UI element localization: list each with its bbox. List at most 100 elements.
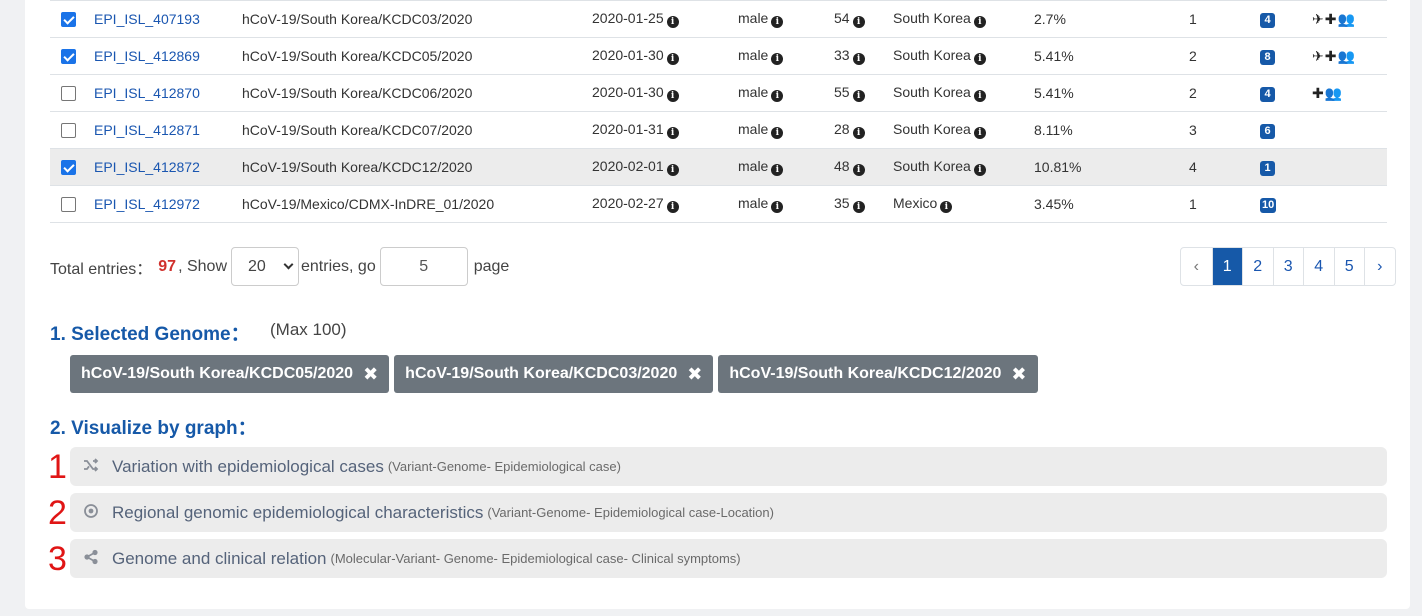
travel-contact-icons (1312, 149, 1387, 186)
row-checkbox[interactable] (61, 160, 76, 176)
accession-link[interactable]: EPI_ISL_412972 (94, 196, 200, 212)
table-row: EPI_ISL_412871 hCoV-19/South Korea/KCDC07… (50, 112, 1387, 149)
info-icon[interactable]: i (973, 90, 986, 102)
pagination-page-4[interactable]: 4 (1303, 248, 1334, 285)
info-icon[interactable]: i (666, 164, 679, 176)
selected-genome-tags: hCoV-19/South Korea/KCDC05/2020 ✖ hCoV-1… (70, 355, 1038, 393)
table-row: EPI_ISL_407193 hCoV-19/South Korea/KCDC03… (50, 0, 1387, 38)
variant-count-badge[interactable]: 6 (1260, 124, 1275, 139)
virus-name: hCoV-19/South Korea/KCDC03/2020 (242, 11, 473, 27)
age: 33 (834, 47, 850, 63)
visualize-regional-sub: (Variant-Genome- Epidemiological case-Lo… (487, 505, 774, 520)
location: Mexico (893, 195, 938, 211)
travel-contact-icons (1312, 186, 1387, 223)
info-icon[interactable]: i (973, 164, 986, 176)
info-icon[interactable]: i (666, 16, 679, 28)
pagination-page-3[interactable]: 3 (1272, 248, 1304, 285)
row-checkbox[interactable] (61, 49, 76, 65)
visualize-variation-sub: (Variant-Genome- Epidemiological case) (387, 459, 621, 474)
percentage: 8.11% (1034, 122, 1073, 138)
info-icon[interactable]: i (771, 53, 784, 65)
visualize-variation-row[interactable]: Variation with epidemiological cases (Va… (70, 447, 1387, 486)
selected-genome-title: 1. Selected Genome： (50, 324, 250, 345)
info-icon[interactable]: i (852, 127, 865, 139)
close-icon[interactable]: ✖ (687, 364, 702, 385)
info-icon[interactable]: i (852, 164, 865, 176)
collection-date: 2020-02-27 (592, 195, 664, 211)
info-icon[interactable]: i (852, 53, 865, 65)
info-icon[interactable]: i (852, 16, 865, 28)
age: 48 (834, 158, 850, 174)
accession-link[interactable]: EPI_ISL_412872 (94, 159, 200, 175)
variant-count-badge[interactable]: 4 (1260, 87, 1275, 102)
table-row: EPI_ISL_412972 hCoV-19/Mexico/CDMX-InDRE_… (50, 186, 1387, 223)
accession-link[interactable]: EPI_ISL_412871 (94, 122, 200, 138)
variant-count-badge[interactable]: 8 (1260, 50, 1275, 65)
visualize-regional-row[interactable]: Regional genomic epidemiological charact… (70, 493, 1387, 532)
collection-date: 2020-01-25 (592, 10, 664, 26)
row-checkbox[interactable] (61, 86, 76, 102)
info-icon[interactable]: i (666, 127, 679, 139)
location: South Korea (893, 121, 971, 137)
page-size-value: 20 (248, 257, 266, 275)
info-icon[interactable]: i (940, 201, 953, 213)
table-row: EPI_ISL_412870 hCoV-19/South Korea/KCDC06… (50, 75, 1387, 112)
variant-count-badge[interactable]: 1 (1260, 161, 1275, 176)
pagination-prev[interactable]: ‹ (1181, 248, 1212, 285)
info-icon[interactable]: i (666, 90, 679, 102)
virus-name: hCoV-19/South Korea/KCDC07/2020 (242, 122, 473, 138)
visualize-title: 2. Visualize by graph： (50, 418, 257, 439)
row-checkbox[interactable] (61, 12, 76, 28)
pagination-page-1[interactable]: 1 (1211, 248, 1242, 285)
collection-date: 2020-02-01 (592, 158, 664, 174)
pagination-next[interactable]: › (1364, 248, 1395, 285)
genome-tag-label: hCoV-19/South Korea/KCDC05/2020 (81, 365, 354, 382)
info-icon[interactable]: i (771, 90, 784, 102)
accession-link[interactable]: EPI_ISL_412869 (94, 48, 200, 64)
info-icon[interactable]: i (973, 127, 986, 139)
go-page-input[interactable] (379, 247, 468, 286)
variant-count-badge[interactable]: 4 (1260, 13, 1275, 28)
virus-name: hCoV-19/South Korea/KCDC12/2020 (242, 159, 473, 175)
gender: male (738, 121, 769, 137)
accession-link[interactable]: EPI_ISL_407193 (94, 11, 200, 27)
info-icon[interactable]: i (852, 201, 865, 213)
annotation-marker-1: 1 (48, 448, 67, 486)
collection-date: 2020-01-30 (592, 84, 664, 100)
close-icon[interactable]: ✖ (1011, 364, 1026, 385)
row-checkbox[interactable] (61, 123, 76, 139)
collection-date: 2020-01-31 (592, 121, 664, 137)
info-icon[interactable]: i (771, 16, 784, 28)
pagination: ‹ 1 2 3 4 5 › (1180, 247, 1396, 286)
gender: male (738, 158, 769, 174)
genome-tag: hCoV-19/South Korea/KCDC03/2020 ✖ (394, 355, 714, 393)
pagination-page-2[interactable]: 2 (1242, 248, 1273, 285)
accession-link[interactable]: EPI_ISL_412870 (94, 85, 200, 101)
percentage: 5.41% (1034, 85, 1074, 101)
travel-contact-icons: ✈✚👥 (1312, 10, 1356, 27)
info-icon[interactable]: i (771, 127, 784, 139)
count: 1 (1189, 11, 1197, 27)
info-icon[interactable]: i (973, 16, 986, 28)
variant-count-badge[interactable]: 10 (1260, 198, 1277, 213)
info-icon[interactable]: i (852, 90, 865, 102)
genome-tag: hCoV-19/South Korea/KCDC05/2020 ✖ (70, 355, 390, 393)
info-icon[interactable]: i (973, 53, 986, 65)
visualize-clinical-row[interactable]: Genome and clinical relation (Molecular-… (70, 539, 1387, 578)
pagination-page-5[interactable]: 5 (1333, 248, 1365, 285)
page-label: page (473, 257, 510, 275)
info-icon[interactable]: i (666, 201, 679, 213)
genome-tag-label: hCoV-19/South Korea/KCDC03/2020 (405, 365, 678, 382)
gender: male (738, 10, 769, 26)
travel-contact-icons: ✚👥 (1312, 84, 1344, 101)
virus-name: hCoV-19/Mexico/CDMX-InDRE_01/2020 (242, 196, 495, 212)
location: South Korea (893, 84, 971, 100)
info-icon[interactable]: i (771, 164, 784, 176)
count: 3 (1189, 122, 1197, 138)
row-checkbox[interactable] (61, 197, 76, 213)
percentage: 5.41% (1034, 48, 1074, 64)
info-icon[interactable]: i (666, 53, 679, 65)
info-icon[interactable]: i (771, 201, 784, 213)
page-size-select[interactable]: 20 (231, 247, 299, 286)
close-icon[interactable]: ✖ (363, 364, 378, 385)
